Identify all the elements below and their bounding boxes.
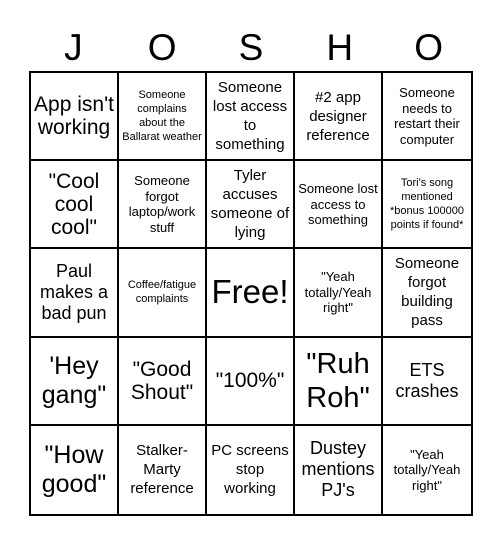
- cell-text: Someone forgot laptop/work stuff: [128, 173, 196, 235]
- bingo-cell[interactable]: Someone complains about the Ballarat wea…: [119, 73, 207, 162]
- bingo-cell[interactable]: PC screens stop working: [207, 425, 295, 514]
- cell-text: App isn't working: [34, 93, 114, 140]
- cell-text: "Yeah totally/Yeah right": [393, 446, 461, 493]
- cell-text: Someone forgot building pass: [394, 255, 460, 330]
- bingo-cell[interactable]: Tori's song mentioned *bonus 100000 poin…: [383, 161, 471, 250]
- bingo-board: App isn't working Someone complains abou…: [29, 71, 473, 516]
- cell-text: Someone lost access to something: [298, 181, 378, 228]
- header-letter: O: [147, 27, 177, 68]
- header-letter: O: [414, 27, 443, 68]
- cell-text: "Good Shout": [130, 357, 194, 404]
- bingo-cell[interactable]: Someone forgot building pass: [383, 249, 471, 338]
- cell-text: Free!: [211, 273, 289, 311]
- bingo-header: J O S H O: [29, 26, 473, 70]
- header-letter: H: [326, 27, 354, 68]
- bingo-cell[interactable]: Someone needs to restart their computer: [383, 73, 471, 162]
- bingo-cell[interactable]: #2 app designer reference: [295, 73, 383, 162]
- cell-text: #2 app designer reference: [306, 88, 370, 144]
- bingo-cell[interactable]: Paul makes a bad pun: [31, 249, 119, 338]
- bingo-cell[interactable]: "100%": [207, 337, 295, 426]
- cell-text: ETS crashes: [395, 359, 459, 401]
- bingo-cell[interactable]: "How good": [31, 425, 119, 514]
- cell-text: Stalker-Marty reference: [130, 442, 194, 498]
- cell-text: "How good": [41, 440, 107, 498]
- bingo-cell[interactable]: Someone lost access to something: [207, 73, 295, 162]
- bingo-cell[interactable]: App isn't working: [31, 73, 119, 162]
- bingo-cell[interactable]: "Good Shout": [119, 337, 207, 426]
- cell-text: Tyler accuses someone of lying: [210, 167, 290, 242]
- cell-text: "Yeah totally/Yeah right": [304, 269, 372, 316]
- bingo-cell[interactable]: "Cool cool cool": [31, 161, 119, 250]
- cell-text: Coffee/fatigue complaints: [127, 279, 197, 306]
- bingo-cell[interactable]: Someone forgot laptop/work stuff: [119, 161, 207, 250]
- bingo-cell[interactable]: ETS crashes: [383, 338, 471, 426]
- bingo-cell[interactable]: "Yeah totally/Yeah right": [295, 249, 383, 338]
- cell-text: "Ruh Roh": [306, 347, 370, 414]
- cell-text: Someone needs to restart their computer: [394, 85, 460, 147]
- bingo-cell[interactable]: Stalker-Marty reference: [119, 425, 207, 514]
- bingo-cell[interactable]: "Yeah totally/Yeah right": [383, 426, 471, 514]
- bingo-cell[interactable]: Tyler accuses someone of lying: [207, 161, 295, 250]
- free-space-cell[interactable]: Free!: [207, 249, 295, 338]
- cell-text: Someone complains about the Ballarat wea…: [122, 89, 202, 144]
- cell-text: Dustey mentions PJ's: [301, 438, 375, 501]
- cell-text: PC screens stop working: [211, 442, 289, 498]
- cell-text: Tori's song mentioned *bonus 100000 poin…: [389, 177, 464, 232]
- cell-text: "Cool cool cool": [48, 169, 100, 239]
- bingo-cell[interactable]: "Ruh Roh": [295, 337, 383, 426]
- cell-text: "100%": [215, 369, 285, 393]
- cell-text: Paul makes a bad pun: [39, 260, 109, 323]
- header-letter: S: [238, 27, 264, 68]
- bingo-cell[interactable]: Coffee/fatigue complaints: [119, 249, 207, 338]
- bingo-cell[interactable]: Someone lost access to something: [295, 161, 383, 250]
- header-letter: J: [64, 27, 83, 68]
- cell-text: 'Hey gang": [41, 351, 107, 409]
- bingo-cell[interactable]: 'Hey gang": [31, 337, 119, 426]
- cell-text: Someone lost access to something: [212, 79, 288, 154]
- bingo-cell[interactable]: Dustey mentions PJ's: [295, 425, 383, 514]
